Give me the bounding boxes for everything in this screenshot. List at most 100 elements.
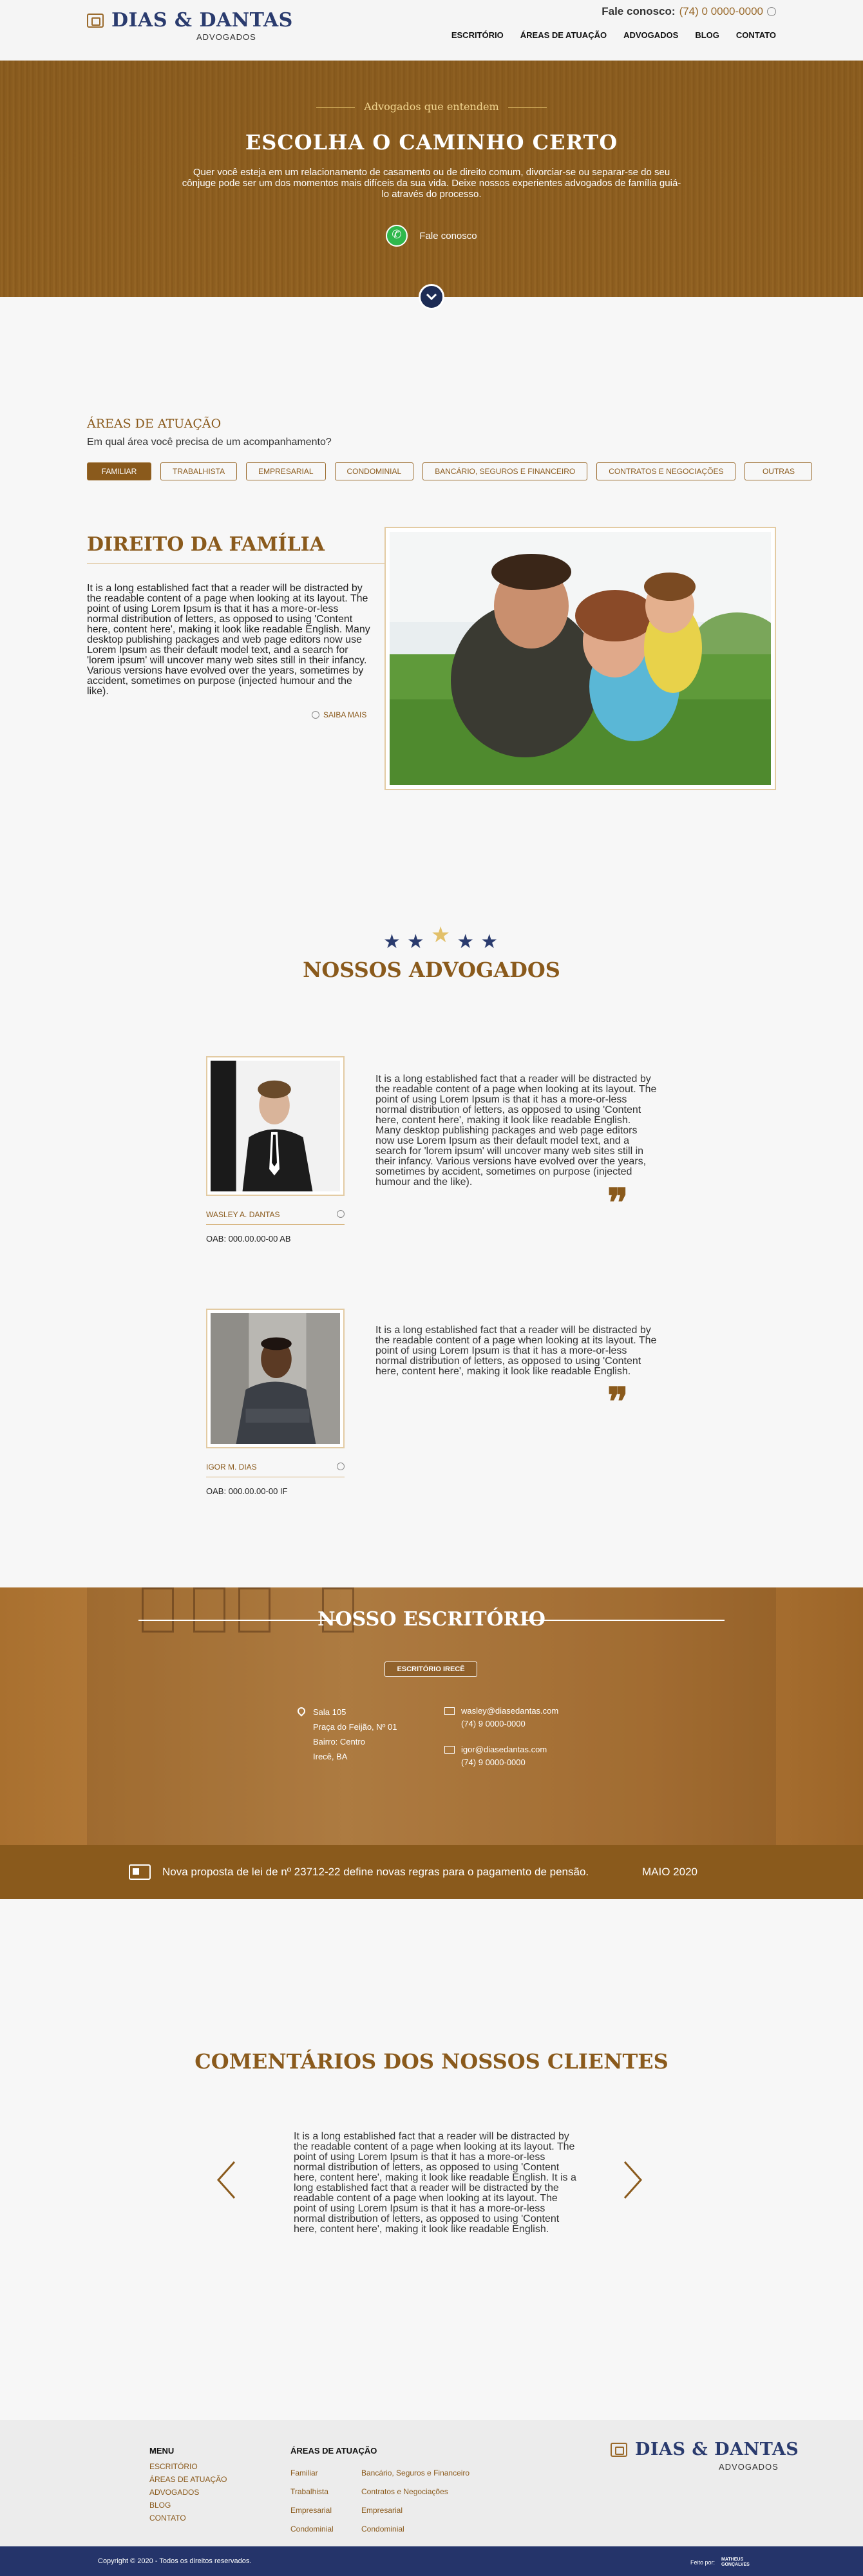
area-description: It is a long established fact that a rea… <box>87 583 370 697</box>
scroll-down-button[interactable] <box>419 284 444 310</box>
credit-brand-line: MATHEUS <box>721 2557 744 2562</box>
office-title: NOSSO ESCRITÓRIO <box>318 1608 545 1631</box>
lawyer-bio: It is a long established fact that a rea… <box>375 1074 657 1188</box>
footer-link[interactable]: ÁREAS DE ATUAÇÃO <box>149 2473 227 2486</box>
main-nav: ESCRITÓRIO ÁREAS DE ATUAÇÃO ADVOGADOS BL… <box>451 30 776 40</box>
news-headline[interactable]: Nova proposta de lei de nº 23712-22 defi… <box>162 1866 589 1879</box>
carousel-next-button[interactable] <box>623 2161 643 2199</box>
lawyers-title: NOSSOS ADVOGADOS <box>303 958 560 982</box>
chevron-right-icon <box>623 2161 643 2199</box>
bottom-bar: Copyright © 2020 - Todos os direitos res… <box>0 2546 863 2576</box>
mail-icon <box>444 1746 455 1754</box>
chip-familiar[interactable]: FAMILIAR <box>87 462 151 480</box>
star-icon: ★ <box>480 931 498 952</box>
footer-areas-col: Familiar Trabalhista Empresarial Condomi… <box>290 2464 334 2539</box>
footer-link[interactable]: Empresarial <box>290 2501 334 2520</box>
chip-outras[interactable]: OUTRAS <box>744 462 813 480</box>
contact-email[interactable]: wasley@diasedantas.com <box>461 1705 558 1718</box>
address-line: Sala 105 <box>313 1707 346 1717</box>
brand-name: DIAS & DANTAS <box>111 9 293 32</box>
hero-contact-button[interactable]: Fale conosco <box>367 222 496 250</box>
footer-areas-title: ÁREAS DE ATUAÇÃO <box>290 2446 377 2456</box>
chip-trabalhista[interactable]: TRABALHISTA <box>160 462 238 480</box>
hero-text: Quer você esteja em um relacionamento de… <box>182 167 681 200</box>
chip-empresarial[interactable]: EMPRESARIAL <box>246 462 326 480</box>
office-section: NOSSO ESCRITÓRIO ESCRITÓRIO IRECÊ Sala 1… <box>0 1587 863 1845</box>
chevron-down-icon <box>426 292 437 302</box>
whatsapp-icon <box>312 711 319 719</box>
whatsapp-icon <box>386 225 408 247</box>
whatsapp-icon[interactable] <box>337 1463 345 1470</box>
brand-subtitle: ADVOGADOS <box>196 32 256 42</box>
address-line: Praça do Feijão, Nº 01 <box>313 1722 397 1732</box>
hero-cta-label: Fale conosco <box>419 230 477 242</box>
footer-link[interactable]: Bancário, Seguros e Financeiro <box>361 2464 469 2483</box>
footer-link[interactable]: Familiar <box>290 2464 334 2483</box>
footer-menu-title: MENU <box>149 2446 175 2456</box>
footer-link[interactable]: Condominial <box>290 2520 334 2539</box>
credit-brand-line: GONÇALVES <box>721 2562 750 2567</box>
footer-link[interactable]: Empresarial <box>361 2501 469 2520</box>
phone-contact[interactable]: Fale conosco: (74) 0 0000-0000 <box>602 5 776 18</box>
chip-condominial[interactable]: CONDOMINIAL <box>334 462 414 480</box>
chip-bancario[interactable]: BANCÁRIO, SEGUROS E FINANCEIRO <box>422 462 588 480</box>
footer-link[interactable]: Contratos e Negociações <box>361 2483 469 2501</box>
whatsapp-icon[interactable] <box>337 1210 345 1218</box>
nav-escritorio[interactable]: ESCRITÓRIO <box>451 30 504 40</box>
testimonial-text: It is a long established fact that a rea… <box>294 2131 576 2235</box>
news-date: MAIO 2020 <box>642 1866 697 1878</box>
office-address: Sala 105 Praça do Feijão, Nº 01 Bairro: … <box>296 1705 397 1764</box>
mail-icon <box>444 1707 455 1715</box>
footer-link[interactable]: ESCRITÓRIO <box>149 2460 227 2473</box>
saiba-mais-link[interactable]: SAIBA MAIS <box>312 710 366 719</box>
lawyer-photo <box>206 1309 345 1448</box>
carousel-prev-button[interactable] <box>216 2161 236 2199</box>
footer-link[interactable]: Condominial <box>361 2520 469 2539</box>
footer-brand-subtitle: ADVOGADOS <box>719 2462 779 2472</box>
family-photo <box>384 527 776 790</box>
news-bar[interactable]: Nova proposta de lei de nº 23712-22 defi… <box>0 1845 863 1899</box>
brand-logo[interactable]: DIAS & DANTAS <box>87 9 293 32</box>
hero-title: ESCOLHA O CAMINHO CERTO <box>245 130 618 155</box>
lawyer-photo <box>206 1056 345 1196</box>
divider <box>87 563 384 564</box>
lawyer-oab: OAB: 000.00.00-00 IF <box>206 1486 288 1496</box>
site-footer: MENU ESCRITÓRIO ÁREAS DE ATUAÇÃO ADVOGAD… <box>0 2420 863 2546</box>
nav-advogados[interactable]: ADVOGADOS <box>623 30 678 40</box>
nav-contato[interactable]: CONTATO <box>736 30 776 40</box>
rating-stars: ★ ★ ★ ★ ★ <box>383 922 498 953</box>
credit[interactable]: Feito por: MATHEUS GONÇALVES <box>690 2557 750 2568</box>
whatsapp-icon[interactable] <box>767 7 776 16</box>
chip-contratos[interactable]: CONTRATOS E NEGOCIAÇÕES <box>596 462 736 480</box>
contact-group: igor@diasedantas.com (74) 9 0000-0000 <box>444 1743 558 1769</box>
footer-areas-col: Bancário, Seguros e Financeiro Contratos… <box>361 2464 469 2539</box>
office-location-button[interactable]: ESCRITÓRIO IRECÊ <box>384 1662 477 1677</box>
footer-logo[interactable]: DIAS & DANTAS <box>611 2439 799 2459</box>
footer-menu: ESCRITÓRIO ÁREAS DE ATUAÇÃO ADVOGADOS BL… <box>149 2460 227 2524</box>
nav-blog[interactable]: BLOG <box>695 30 719 40</box>
contact-phone[interactable]: (74) 9 0000-0000 <box>461 1756 558 1769</box>
phone-label: Fale conosco: <box>602 5 676 17</box>
areas-question: Em qual área você precisa de um acompanh… <box>87 437 332 448</box>
office-contacts: wasley@diasedantas.com (74) 9 0000-0000 … <box>444 1705 558 1782</box>
hero-banner: Advogados que entendem ESCOLHA O CAMINHO… <box>0 61 863 310</box>
footer-brand-name: DIAS & DANTAS <box>635 2439 799 2459</box>
quote-icon: ❞ <box>607 1379 629 1425</box>
contact-phone[interactable]: (74) 9 0000-0000 <box>461 1718 558 1730</box>
contact-email[interactable]: igor@diasedantas.com <box>461 1743 558 1756</box>
footer-link[interactable]: BLOG <box>149 2499 227 2512</box>
phone-number[interactable]: (74) 0 0000-0000 <box>679 5 763 18</box>
lawyer-bio: It is a long established fact that a rea… <box>375 1325 657 1377</box>
address-line: Irecê, BA <box>313 1752 348 1761</box>
areas-section-label: ÁREAS DE ATUAÇÃO <box>87 417 222 431</box>
footer-link[interactable]: ADVOGADOS <box>149 2486 227 2499</box>
hero-kicker: Advogados que entendem <box>0 100 863 113</box>
credit-label: Feito por: <box>690 2559 716 2566</box>
logo-icon <box>87 13 104 28</box>
nav-areas[interactable]: ÁREAS DE ATUAÇÃO <box>520 30 607 40</box>
footer-link[interactable]: Trabalhista <box>290 2483 334 2501</box>
footer-link[interactable]: CONTATO <box>149 2512 227 2524</box>
lawyer-name: WASLEY A. DANTAS <box>206 1210 280 1219</box>
star-icon: ★ <box>457 931 475 952</box>
lawyer-name: IGOR M. DIAS <box>206 1463 257 1472</box>
